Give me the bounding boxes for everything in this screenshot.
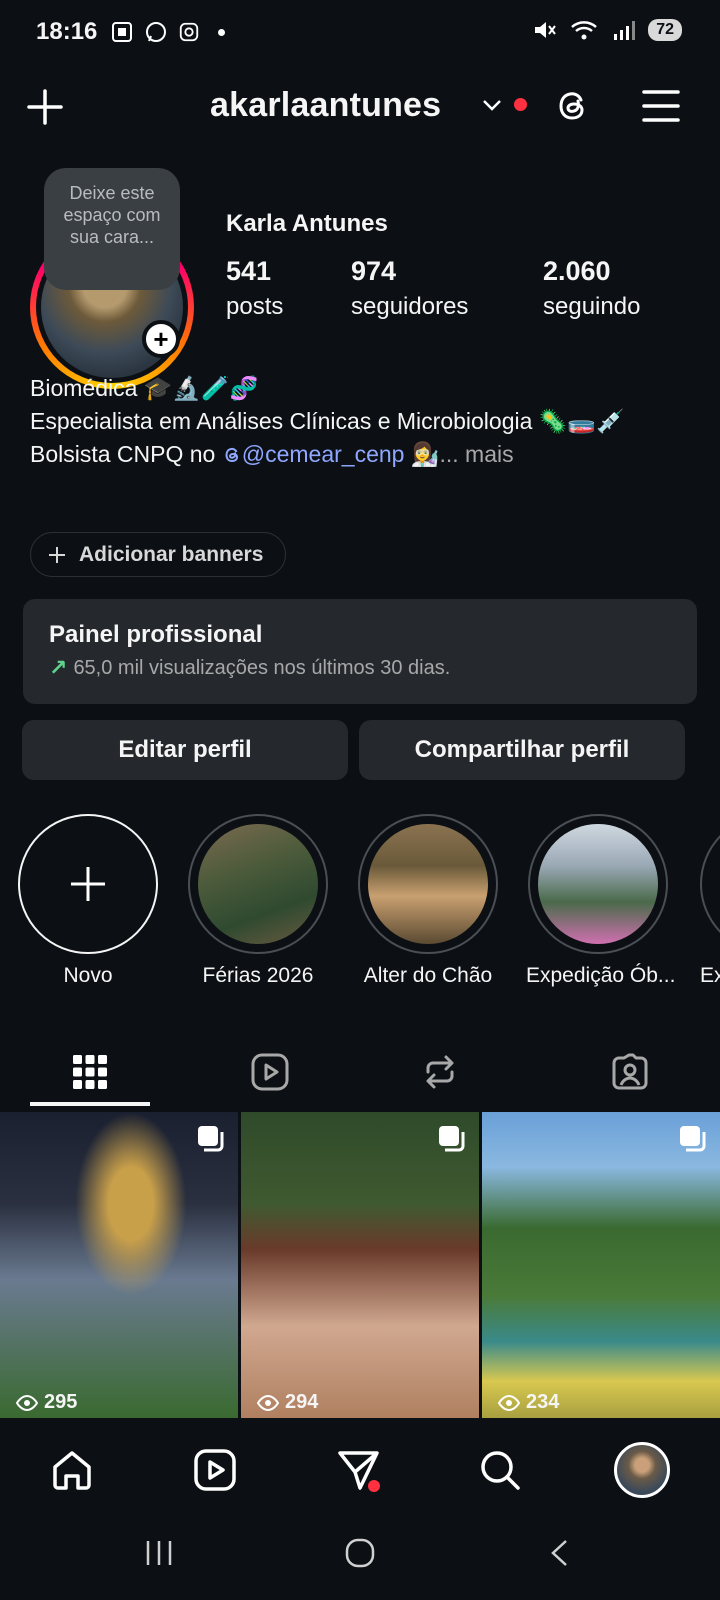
bio-text: 👩‍🔬 — [404, 441, 440, 467]
grid-icon — [73, 1055, 107, 1089]
home-icon — [53, 1451, 91, 1490]
note-bubble[interactable]: Deixe este espaço com sua cara... — [44, 168, 180, 290]
notification-dot — [368, 1480, 380, 1492]
eye-icon — [498, 1394, 520, 1411]
nav-profile[interactable] — [608, 1436, 676, 1504]
view-count: 234 — [498, 1391, 559, 1414]
threads-icon — [225, 447, 238, 463]
highlight-label: Expedição Ób... — [526, 964, 676, 987]
account-switcher-username[interactable]: akarlaantunes — [210, 86, 441, 125]
bio-text: Bolsista CNPQ no — [30, 441, 222, 467]
stat-followers[interactable]: 974 seguidores — [351, 256, 468, 321]
more-notifications-dot-icon — [218, 28, 225, 36]
carousel-icon — [439, 1126, 465, 1152]
highlight-item[interactable]: Férias 2026 — [186, 814, 330, 988]
mute-icon — [535, 22, 557, 38]
highlight-label: Novo — [63, 964, 113, 987]
highlight-label: Alter do Chão — [363, 964, 493, 987]
highlight-cover — [368, 824, 488, 944]
pro-panel-subtitle: ↗ 65,0 mil visualizações nos últimos 30 … — [49, 655, 451, 680]
plus-icon — [71, 867, 105, 901]
notification-dot — [514, 98, 527, 111]
eye-icon — [16, 1394, 38, 1411]
carousel-icon — [198, 1126, 224, 1152]
carousel-icon — [680, 1126, 706, 1152]
add-story-plus-icon[interactable]: + — [142, 320, 180, 358]
menu-hamburger-icon[interactable] — [642, 88, 680, 124]
highlight-item[interactable]: Expedição Ób... — [526, 814, 676, 988]
status-system-icons: 72 — [532, 18, 682, 42]
reels-icon — [251, 1053, 289, 1091]
highlight-cover — [538, 824, 658, 944]
status-time: 18:16 — [36, 18, 98, 45]
nav-home[interactable] — [44, 1442, 100, 1498]
nav-search[interactable] — [472, 1442, 528, 1498]
bio-line: Biomédica 🎓🔬🧪🧬 — [30, 375, 259, 401]
stat-posts[interactable]: 541 posts — [226, 256, 283, 321]
tab-posts-grid[interactable] — [30, 1040, 150, 1104]
highlight-item-partial[interactable]: Ex — [700, 814, 720, 1014]
profile-avatar-small — [614, 1442, 670, 1498]
stat-followers-value: 974 — [351, 256, 397, 286]
bio: Biomédica 🎓🔬🧪🧬 Especialista em Análises … — [30, 372, 700, 471]
wifi-icon — [571, 21, 598, 40]
bio-more-link[interactable]: ... mais — [440, 441, 514, 467]
bio-mention-link[interactable]: @cemear_cenp — [222, 441, 404, 467]
recent-apps-icon[interactable] — [144, 1538, 174, 1568]
stat-posts-label: posts — [226, 293, 284, 320]
bio-line: Bolsista CNPQ no @cemear_cenp 👩‍🔬... mai… — [30, 438, 700, 471]
add-banners-label: Adicionar banners — [79, 542, 264, 566]
pro-panel-title: Painel profissional — [49, 621, 263, 648]
home-button-icon[interactable] — [344, 1537, 376, 1569]
view-count: 294 — [257, 1391, 318, 1414]
post-thumbnail[interactable]: 295 — [0, 1112, 238, 1418]
stat-following-value: 2.060 — [543, 256, 611, 286]
screenshot-icon — [112, 22, 132, 42]
status-bar: 18:16 72 — [0, 0, 720, 64]
professional-dashboard-panel[interactable]: Painel profissional ↗ 65,0 mil visualiza… — [23, 599, 697, 704]
plus-icon — [49, 546, 65, 563]
post-thumbnail[interactable]: 234 — [482, 1112, 720, 1418]
highlight-label: Ex — [700, 964, 720, 987]
active-tab-indicator — [30, 1102, 150, 1106]
instagram-icon — [179, 22, 199, 42]
eye-icon — [257, 1394, 279, 1411]
highlight-item[interactable]: Alter do Chão — [356, 814, 500, 988]
threads-icon[interactable] — [552, 86, 592, 126]
post-thumbnail[interactable]: 294 — [241, 1112, 479, 1418]
nav-direct-messages[interactable] — [330, 1442, 386, 1498]
signal-icon — [614, 21, 636, 40]
repost-icon — [426, 1055, 454, 1089]
edit-profile-button[interactable]: Editar perfil — [22, 720, 348, 780]
tab-reels[interactable] — [210, 1040, 330, 1104]
add-banners-button[interactable]: Adicionar banners — [30, 532, 287, 577]
whatsapp-icon — [146, 22, 166, 42]
nav-reels[interactable] — [187, 1442, 243, 1498]
highlight-new[interactable]: Novo — [16, 814, 160, 988]
display-name: Karla Antunes — [226, 210, 388, 237]
tab-tagged[interactable] — [570, 1040, 690, 1104]
create-plus-icon[interactable] — [26, 88, 64, 126]
stat-followers-label: seguidores — [351, 293, 469, 320]
stat-following[interactable]: 2.060 seguindo — [543, 256, 640, 321]
share-profile-button[interactable]: Compartilhar perfil — [359, 720, 685, 780]
highlight-cover — [198, 824, 318, 944]
stat-posts-value: 541 — [226, 256, 272, 286]
highlight-label: Férias 2026 — [202, 964, 314, 987]
new-highlight-circle — [18, 814, 158, 954]
back-icon[interactable] — [548, 1538, 572, 1568]
search-icon — [481, 1451, 520, 1490]
view-count: 295 — [16, 1391, 77, 1414]
reels-icon — [194, 1449, 236, 1491]
battery-indicator: 72 — [648, 19, 682, 41]
status-notification-icons — [110, 20, 225, 44]
trend-up-arrow-icon: ↗ — [49, 655, 68, 680]
tagged-person-icon — [612, 1053, 648, 1090]
stat-following-label: seguindo — [543, 293, 641, 320]
chevron-down-icon[interactable] — [482, 98, 502, 112]
bio-line: Especialista em Análises Clínicas e Micr… — [30, 408, 625, 434]
tab-reposts[interactable] — [380, 1040, 500, 1104]
